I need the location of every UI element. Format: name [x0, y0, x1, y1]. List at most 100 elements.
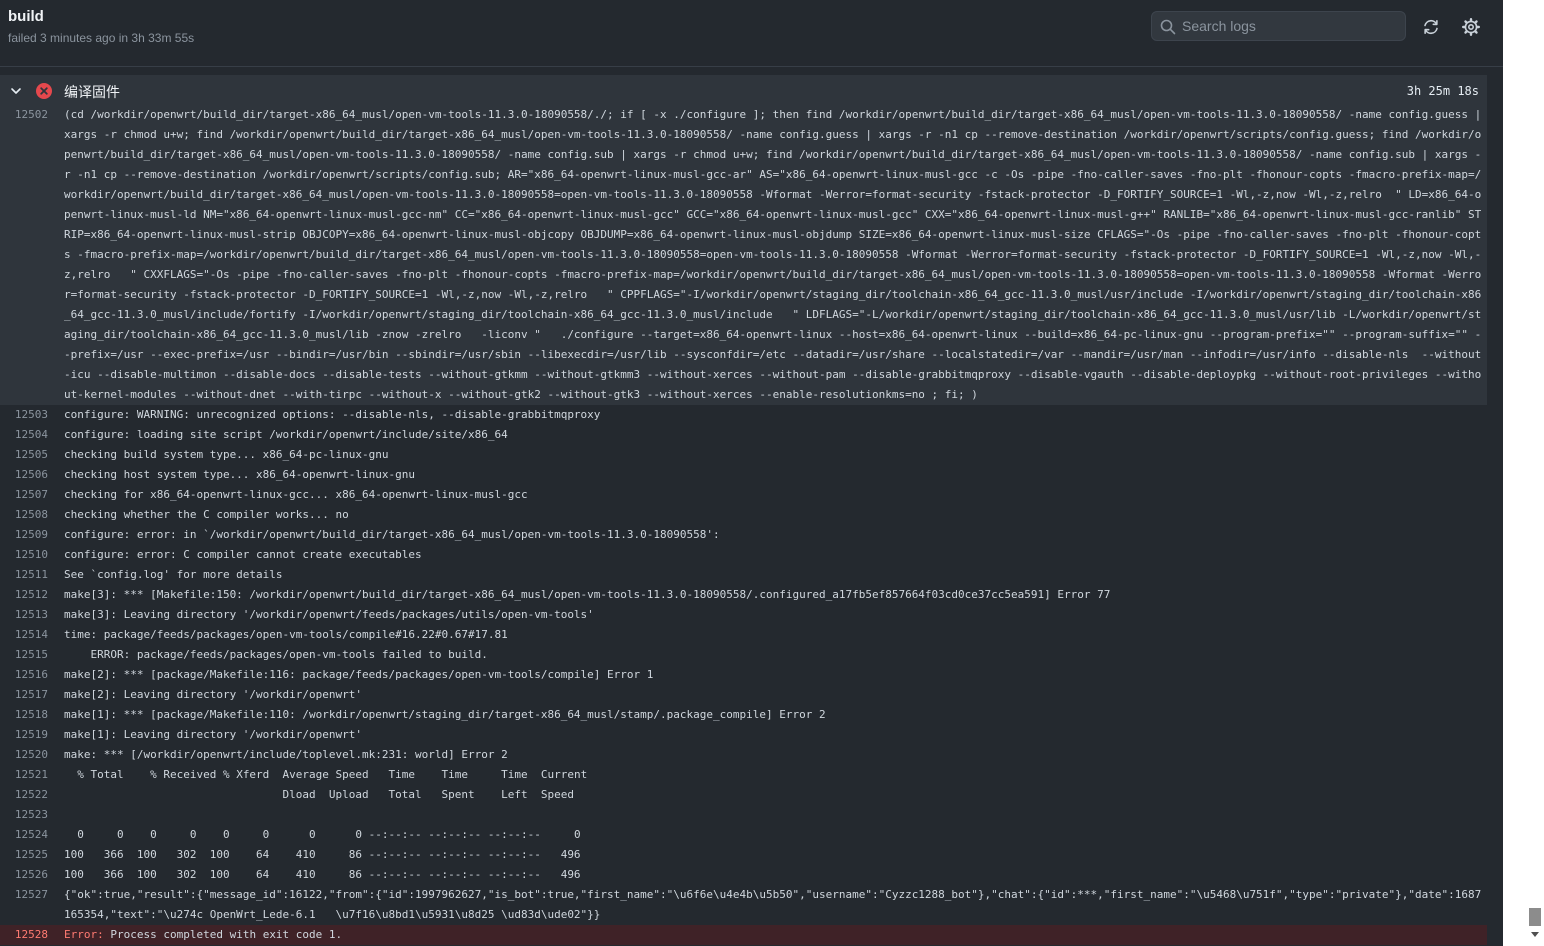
log-line: 12503 configure: WARNING: unrecognized op…	[0, 405, 1487, 425]
log-text: make[3]: Leaving directory '/workdir/ope…	[64, 605, 1487, 625]
line-number[interactable]: 12513	[0, 605, 48, 625]
line-number[interactable]: 12515	[0, 645, 48, 665]
log-line: 12504 configure: loading site script /wor…	[0, 425, 1487, 445]
log-text: checking build system type... x86_64-pc-…	[64, 445, 1487, 465]
log-text: configure: loading site script /workdir/…	[64, 425, 1487, 445]
log-line: 12507 checking for x86_64-openwrt-linux-g…	[0, 485, 1487, 505]
log-message: time: package/feeds/packages/open-vm-too…	[64, 628, 508, 641]
line-number[interactable]: 12510	[0, 545, 48, 565]
error-circle-icon	[36, 83, 52, 99]
log-text: 0 0 0 0 0 0 0 0 --:--:-- --:--:-- --:--:…	[64, 825, 1487, 845]
line-number[interactable]: 12505	[0, 445, 48, 465]
line-number[interactable]: 12528	[0, 925, 48, 945]
job-header: build failed 3 minutes ago in 3h 33m 55s	[0, 0, 1503, 67]
log-message: checking build system type... x86_64-pc-…	[64, 448, 389, 461]
search-input[interactable]	[1182, 16, 1397, 36]
log-message: make[3]: *** [Makefile:150: /workdir/ope…	[64, 588, 1111, 601]
line-number[interactable]: 12522	[0, 785, 48, 805]
log-message: See `config.log' for more details	[64, 568, 283, 581]
log-message: 100 366 100 302 100 64 410 86 --:--:-- -…	[64, 868, 581, 881]
log-text: (cd /workdir/openwrt/build_dir/target-x8…	[64, 105, 1487, 405]
log-message: configure: loading site script /workdir/…	[64, 428, 508, 441]
log-line: 12506 checking host system type... x86_64…	[0, 465, 1487, 485]
line-number[interactable]: 12518	[0, 705, 48, 725]
log-text: configure: error: in `/workdir/openwrt/b…	[64, 525, 1487, 545]
log-line: 12528 Error: Process completed with exit …	[0, 925, 1487, 945]
log-message: % Total % Received % Xferd Average Speed…	[64, 768, 588, 781]
settings-button[interactable]	[1461, 17, 1481, 37]
log-line: 12512 make[3]: *** [Makefile:150: /workdi…	[0, 585, 1487, 605]
log-message: make[1]: Leaving directory '/workdir/ope…	[64, 728, 363, 741]
line-number[interactable]: 12517	[0, 685, 48, 705]
log-text: checking whether the C compiler works...…	[64, 505, 1487, 525]
log-line: 12522 Dload Upload Total Spent Left Spee…	[0, 785, 1487, 805]
log-line: 12513 make[3]: Leaving directory '/workdi…	[0, 605, 1487, 625]
log-message: {"ok":true,"result":{"message_id":16122,…	[64, 888, 1482, 921]
log-text: checking for x86_64-openwrt-linux-gcc...…	[64, 485, 1487, 505]
line-number[interactable]: 12523	[0, 805, 48, 825]
scrollbar-thumb[interactable]	[1529, 908, 1541, 926]
search-box[interactable]	[1151, 11, 1406, 41]
gear-icon	[1462, 18, 1480, 36]
line-number[interactable]: 12526	[0, 865, 48, 885]
chevron-down-icon[interactable]	[10, 85, 22, 97]
line-number[interactable]: 12512	[0, 585, 48, 605]
log-line: 12508 checking whether the C compiler wor…	[0, 505, 1487, 525]
log-message: checking host system type... x86_64-open…	[64, 468, 415, 481]
refresh-button[interactable]	[1421, 17, 1441, 37]
log-line: 12520 make: *** [/workdir/openwrt/include…	[0, 745, 1487, 765]
log-line: 12527 {"ok":true,"result":{"message_id":1…	[0, 885, 1487, 925]
log-text: See `config.log' for more details	[64, 565, 1487, 585]
log-message: Dload Upload Total Spent Left Speed	[64, 788, 574, 801]
log-message: make[2]: Leaving directory '/workdir/ope…	[64, 688, 363, 701]
log-text: make[2]: *** [package/Makefile:116: pack…	[64, 665, 1487, 685]
line-number[interactable]: 12524	[0, 825, 48, 845]
log-text: ERROR: package/feeds/packages/open-vm-to…	[64, 645, 1487, 665]
log-message: make[1]: *** [package/Makefile:110: /wor…	[64, 708, 826, 721]
log-message: configure: WARNING: unrecognized options…	[64, 408, 601, 421]
log-line: 12502 (cd /workdir/openwrt/build_dir/targ…	[0, 105, 1487, 405]
line-number[interactable]: 12511	[0, 565, 48, 585]
line-number[interactable]: 12520	[0, 745, 48, 765]
log-message: Process completed with exit code 1.	[103, 928, 343, 941]
log-message: (cd /workdir/openwrt/build_dir/target-x8…	[64, 108, 1488, 401]
log-text: checking host system type... x86_64-open…	[64, 465, 1487, 485]
scroll-down-arrow-icon[interactable]	[1531, 932, 1539, 937]
log-message: configure: error: C compiler cannot crea…	[64, 548, 422, 561]
log-line: 12514 time: package/feeds/packages/open-v…	[0, 625, 1487, 645]
scrollbar[interactable]	[1503, 0, 1544, 946]
log-text: time: package/feeds/packages/open-vm-too…	[64, 625, 1487, 645]
line-number[interactable]: 12514	[0, 625, 48, 645]
line-number[interactable]: 12506	[0, 465, 48, 485]
line-number[interactable]: 12502	[0, 105, 48, 405]
step-header[interactable]: 编译固件 3h 25m 18s	[0, 75, 1487, 105]
step-name: 编译固件	[64, 84, 120, 100]
log-line: 12505 checking build system type... x86_6…	[0, 445, 1487, 465]
log-message: make[2]: *** [package/Makefile:116: pack…	[64, 668, 654, 681]
log-line: 12521 % Total % Received % Xferd Average…	[0, 765, 1487, 785]
log-line: 12516 make[2]: *** [package/Makefile:116:…	[0, 665, 1487, 685]
job-status: failed 3 minutes ago in 3h 33m 55s	[8, 31, 195, 45]
line-number[interactable]: 12525	[0, 845, 48, 865]
log-text: make[2]: Leaving directory '/workdir/ope…	[64, 685, 1487, 705]
log-line: 12526 100 366 100 302 100 64 410 86 --:--…	[0, 865, 1487, 885]
log-line: 12524 0 0 0 0 0 0 0 0 --:--:-- --:--:-- …	[0, 825, 1487, 845]
line-number[interactable]: 12503	[0, 405, 48, 425]
search-icon	[1160, 19, 1176, 35]
log-text: configure: error: C compiler cannot crea…	[64, 545, 1487, 565]
line-number[interactable]: 12516	[0, 665, 48, 685]
log-text: configure: WARNING: unrecognized options…	[64, 405, 1487, 425]
log-message: make: *** [/workdir/openwrt/include/topl…	[64, 748, 508, 761]
line-number[interactable]: 12509	[0, 525, 48, 545]
log-message: ERROR: package/feeds/packages/open-vm-to…	[64, 648, 488, 661]
log-line: 12525 100 366 100 302 100 64 410 86 --:--…	[0, 845, 1487, 865]
line-number[interactable]: 12521	[0, 765, 48, 785]
line-number[interactable]: 12504	[0, 425, 48, 445]
line-number[interactable]: 12527	[0, 885, 48, 925]
line-number[interactable]: 12519	[0, 725, 48, 745]
line-number[interactable]: 12508	[0, 505, 48, 525]
log-text: {"ok":true,"result":{"message_id":16122,…	[64, 885, 1487, 925]
line-number[interactable]: 12507	[0, 485, 48, 505]
log-message: configure: error: in `/workdir/openwrt/b…	[64, 528, 720, 541]
job-title: build	[8, 8, 44, 25]
